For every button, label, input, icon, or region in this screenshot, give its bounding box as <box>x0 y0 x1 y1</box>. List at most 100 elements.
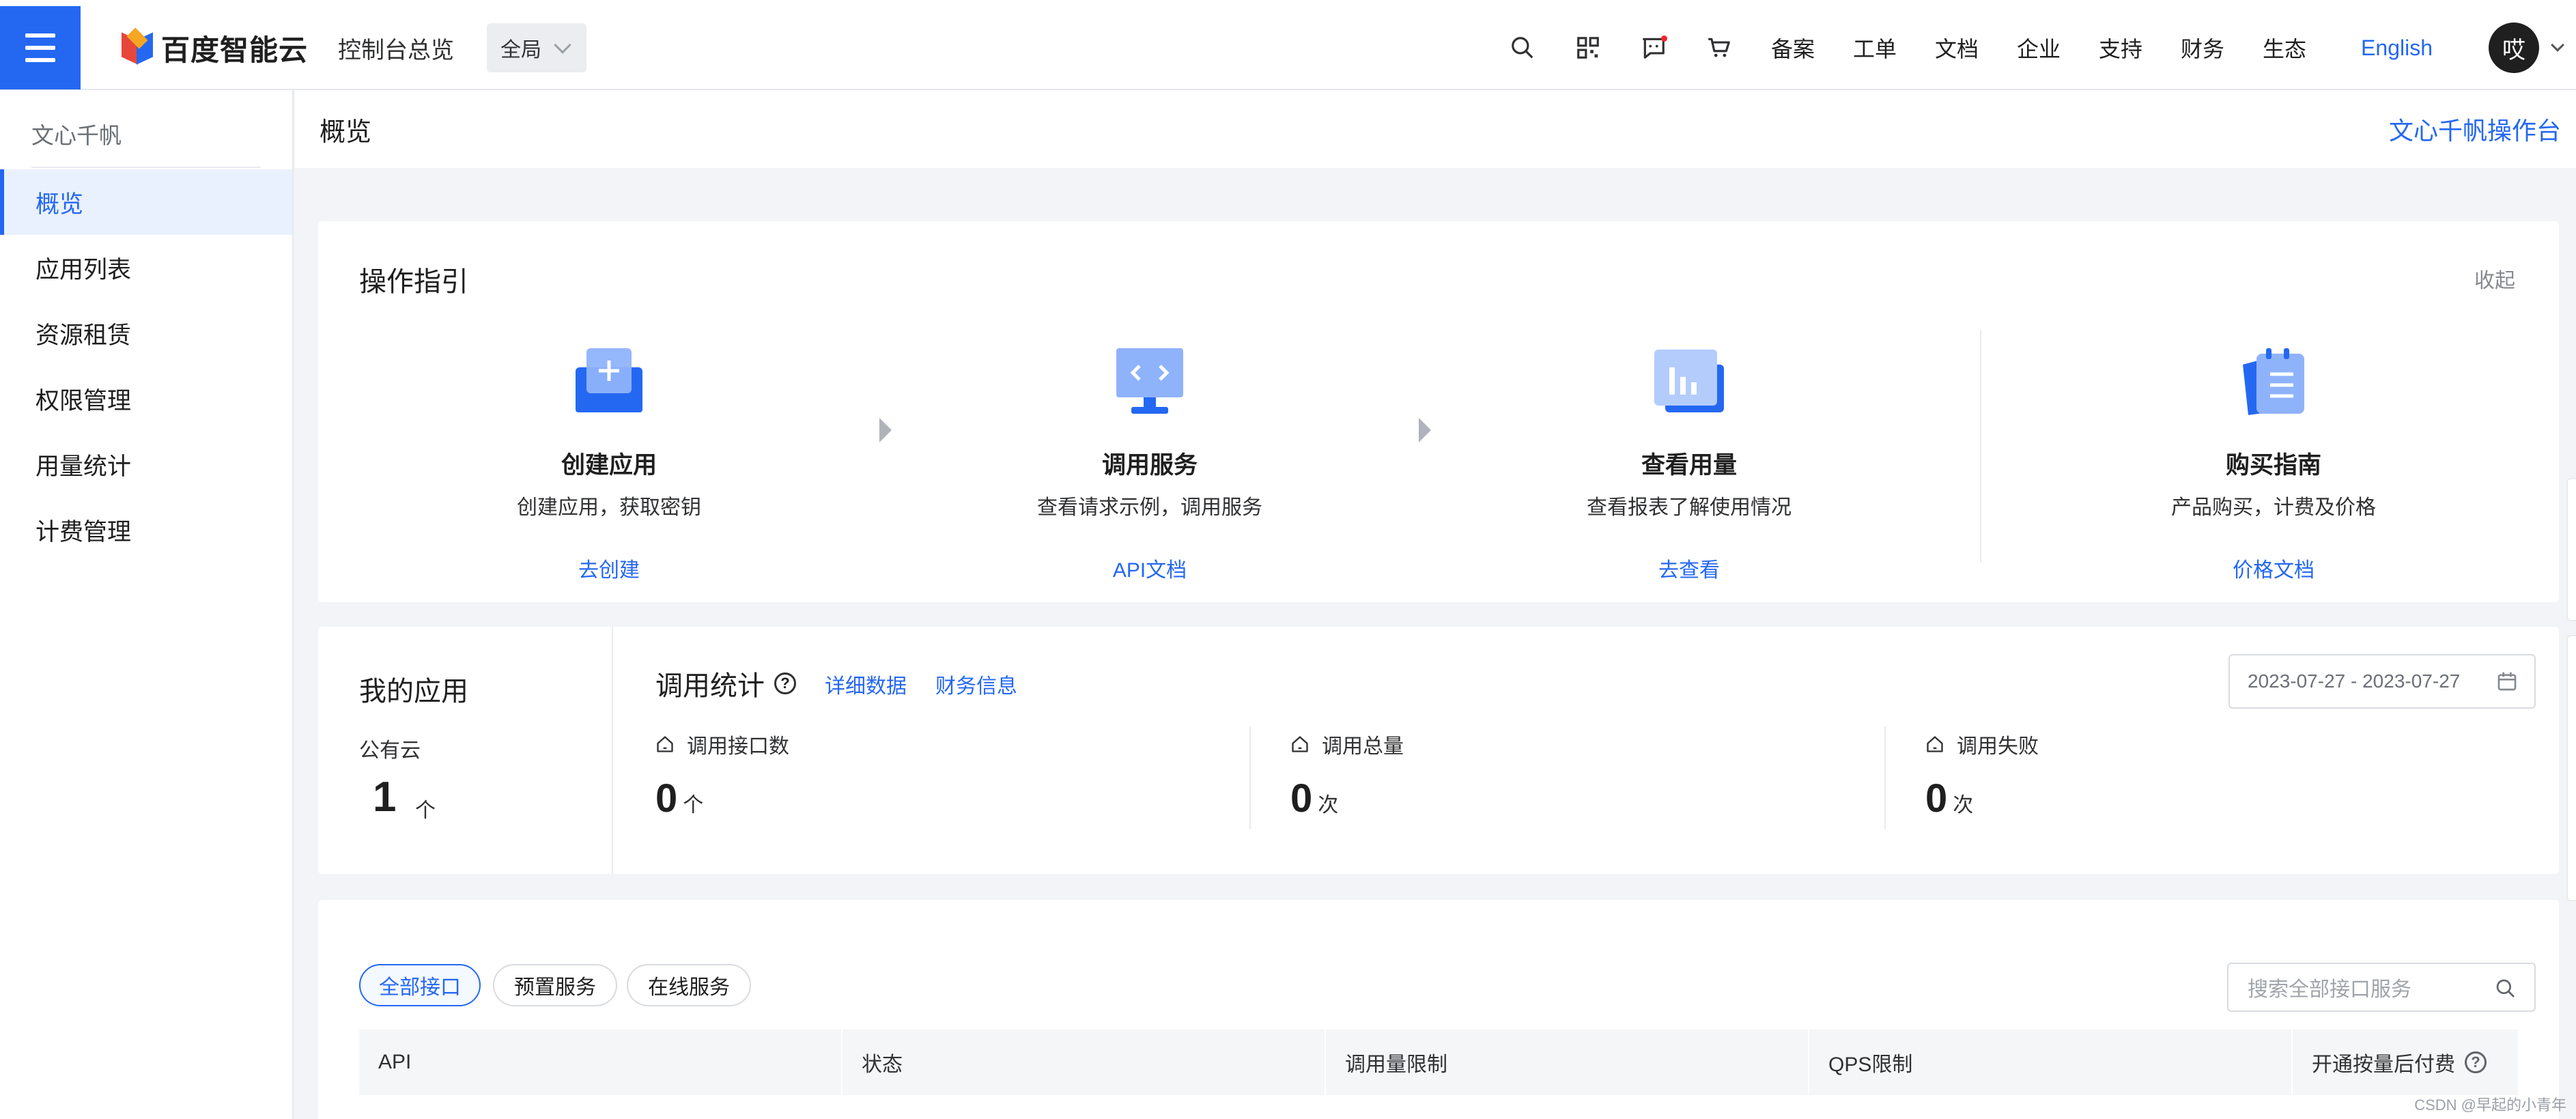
api-docs-link[interactable]: API文档 <box>959 553 1341 583</box>
go-view-link[interactable]: 去查看 <box>1498 553 1880 583</box>
search-icon <box>1512 37 1533 59</box>
search-placeholder: 搜索全部接口服务 <box>2248 978 2411 1001</box>
home-icon <box>1927 736 1943 752</box>
my-apps-title: 我的应用 <box>359 677 468 707</box>
column-header-status: 状态 <box>862 1053 903 1076</box>
stats-card: 我的应用 公有云 1 个 调用统计 ? 详细数据 财务信息 2023-07-27… <box>318 627 2559 874</box>
metric-total-calls: 调用总量 0次 <box>1290 729 1891 838</box>
side-float-tab[interactable] <box>2566 478 2576 621</box>
nav-link-finance[interactable]: 财务 <box>2162 32 2244 63</box>
step-name: 调用服务 <box>1101 452 1198 479</box>
qrcode-icon <box>1577 37 1599 59</box>
metric-value: 0 <box>655 776 678 821</box>
finance-info-link[interactable]: 财务信息 <box>935 669 1017 699</box>
step-name: 购买指南 <box>2225 452 2321 479</box>
search-button[interactable] <box>1490 7 1555 89</box>
public-cloud-label: 公有云 <box>359 739 421 762</box>
nav-link-docs[interactable]: 文档 <box>1916 32 1998 63</box>
help-icon[interactable]: ? <box>774 672 796 694</box>
brand-logo[interactable]: 百度智能云 <box>122 27 308 69</box>
column-header-api: API <box>378 1051 412 1073</box>
purchase-guide-icon <box>2243 348 2304 415</box>
step-arrow-icon <box>879 418 892 442</box>
collapse-button[interactable]: 收起 <box>2474 264 2515 294</box>
step-desc: 查看请求示例，调用服务 <box>1037 496 1262 519</box>
qrcode-button[interactable] <box>1555 7 1621 89</box>
unread-badge <box>1660 36 1667 42</box>
home-icon <box>1292 736 1308 752</box>
guide-divider <box>1980 330 1981 563</box>
guide-title: 操作指引 <box>359 267 468 297</box>
help-icon[interactable]: ? <box>2465 1051 2487 1073</box>
cart-icon <box>1708 38 1730 57</box>
sidebar-divider <box>31 167 261 168</box>
metric-label: 调用接口数 <box>687 735 789 758</box>
column-header-qps-limit: QPS限制 <box>1828 1053 1913 1076</box>
table-header: API 状态 调用量限制 QPS限制 开通按量后付费? <box>359 1030 2518 1095</box>
call-stats-title-text: 调用统计 <box>655 671 765 701</box>
metric-label: 调用失败 <box>1957 735 2039 758</box>
user-avatar[interactable]: 哎 <box>2489 23 2539 73</box>
metric-divider <box>1249 726 1251 829</box>
metric-api-count: 调用接口数 0个 <box>655 729 1256 838</box>
chevron-down-icon <box>554 36 571 54</box>
sidebar-title: 文心千帆 <box>31 123 122 148</box>
guide-step-purchase: 购买指南 产品购买，计费及价格 价格文档 <box>2082 344 2465 583</box>
console-overview-link[interactable]: 控制台总览 <box>338 31 454 65</box>
guide-step-call-service: 调用服务 查看请求示例，调用服务 API文档 <box>959 344 1341 583</box>
step-name: 创建应用 <box>561 452 657 479</box>
menu-toggle-button[interactable] <box>0 6 81 89</box>
guide-step-view-usage: 查看用量 查看报表了解使用情况 去查看 <box>1498 344 1880 583</box>
nav-link-ticket[interactable]: 工单 <box>1834 32 1916 63</box>
region-scope-select[interactable]: 全局 <box>487 23 587 72</box>
metric-value: 0 <box>1290 776 1313 821</box>
sidebar-item-billing[interactable]: 计费管理 <box>0 497 292 563</box>
cart-button[interactable] <box>1686 7 1752 89</box>
price-docs-link[interactable]: 价格文档 <box>2082 553 2465 583</box>
top-strip <box>0 0 2576 7</box>
filter-online-services[interactable]: 在线服务 <box>627 964 751 1006</box>
metric-unit: 次 <box>1953 794 1974 817</box>
detail-data-link[interactable]: 详细数据 <box>825 669 907 699</box>
page-header: 概览 文心千帆操作台 <box>295 90 2576 168</box>
create-app-icon <box>576 348 642 412</box>
step-desc: 查看报表了解使用情况 <box>1587 496 1792 519</box>
call-service-icon <box>1116 348 1183 414</box>
app-count-unit: 个 <box>415 799 436 822</box>
logo-text: 百度智能云 <box>161 33 309 66</box>
sidebar: 文心千帆 概览 应用列表 资源租赁 权限管理 用量统计 计费管理 <box>0 90 294 1119</box>
nav-link-enterprise[interactable]: 企业 <box>1998 32 2080 63</box>
qianfan-console-link[interactable]: 文心千帆操作台 <box>2389 111 2561 147</box>
api-search-input[interactable]: 搜索全部接口服务 <box>2227 963 2536 1012</box>
nav-link-filing[interactable]: 备案 <box>1752 32 1834 63</box>
my-apps-panel: 我的应用 公有云 1 个 <box>318 627 613 874</box>
nav-link-ecosystem[interactable]: 生态 <box>2244 32 2325 63</box>
column-header-postpaid: 开通按量后付费? <box>2293 1030 2518 1095</box>
metric-value: 0 <box>1925 776 1948 821</box>
baidu-cloud-logo-icon <box>122 27 153 65</box>
date-range-picker[interactable]: 2023-07-27 - 2023-07-27 <box>2228 654 2536 709</box>
nav-link-support[interactable]: 支持 <box>2080 32 2162 63</box>
search-icon <box>2496 979 2515 997</box>
step-name: 查看用量 <box>1641 452 1737 479</box>
step-desc: 产品购买，计费及价格 <box>2171 496 2376 519</box>
sidebar-item-usage-stats[interactable]: 用量统计 <box>0 431 292 497</box>
chevron-down-icon[interactable] <box>2551 38 2564 52</box>
language-switch-link[interactable]: English <box>2325 36 2461 61</box>
sidebar-item-resource-lease[interactable]: 资源租赁 <box>0 300 292 366</box>
scope-value: 全局 <box>500 39 542 61</box>
message-button[interactable] <box>1621 7 1686 89</box>
side-float-tab[interactable] <box>2566 635 2576 901</box>
filter-preset-services[interactable]: 预置服务 <box>493 964 617 1006</box>
home-icon <box>657 736 673 752</box>
guide-step-create-app: 创建应用 创建应用，获取密钥 去创建 <box>418 344 800 583</box>
menu-icon <box>25 33 55 38</box>
sidebar-item-permissions[interactable]: 权限管理 <box>0 366 292 431</box>
app-count: 1 <box>373 774 397 821</box>
go-create-link[interactable]: 去创建 <box>418 553 800 583</box>
usage-chart-icon <box>1654 350 1724 412</box>
filter-all-apis[interactable]: 全部接口 <box>359 964 481 1006</box>
sidebar-item-app-list[interactable]: 应用列表 <box>0 235 292 300</box>
metric-divider <box>1884 726 1886 829</box>
sidebar-item-overview[interactable]: 概览 <box>0 169 292 235</box>
